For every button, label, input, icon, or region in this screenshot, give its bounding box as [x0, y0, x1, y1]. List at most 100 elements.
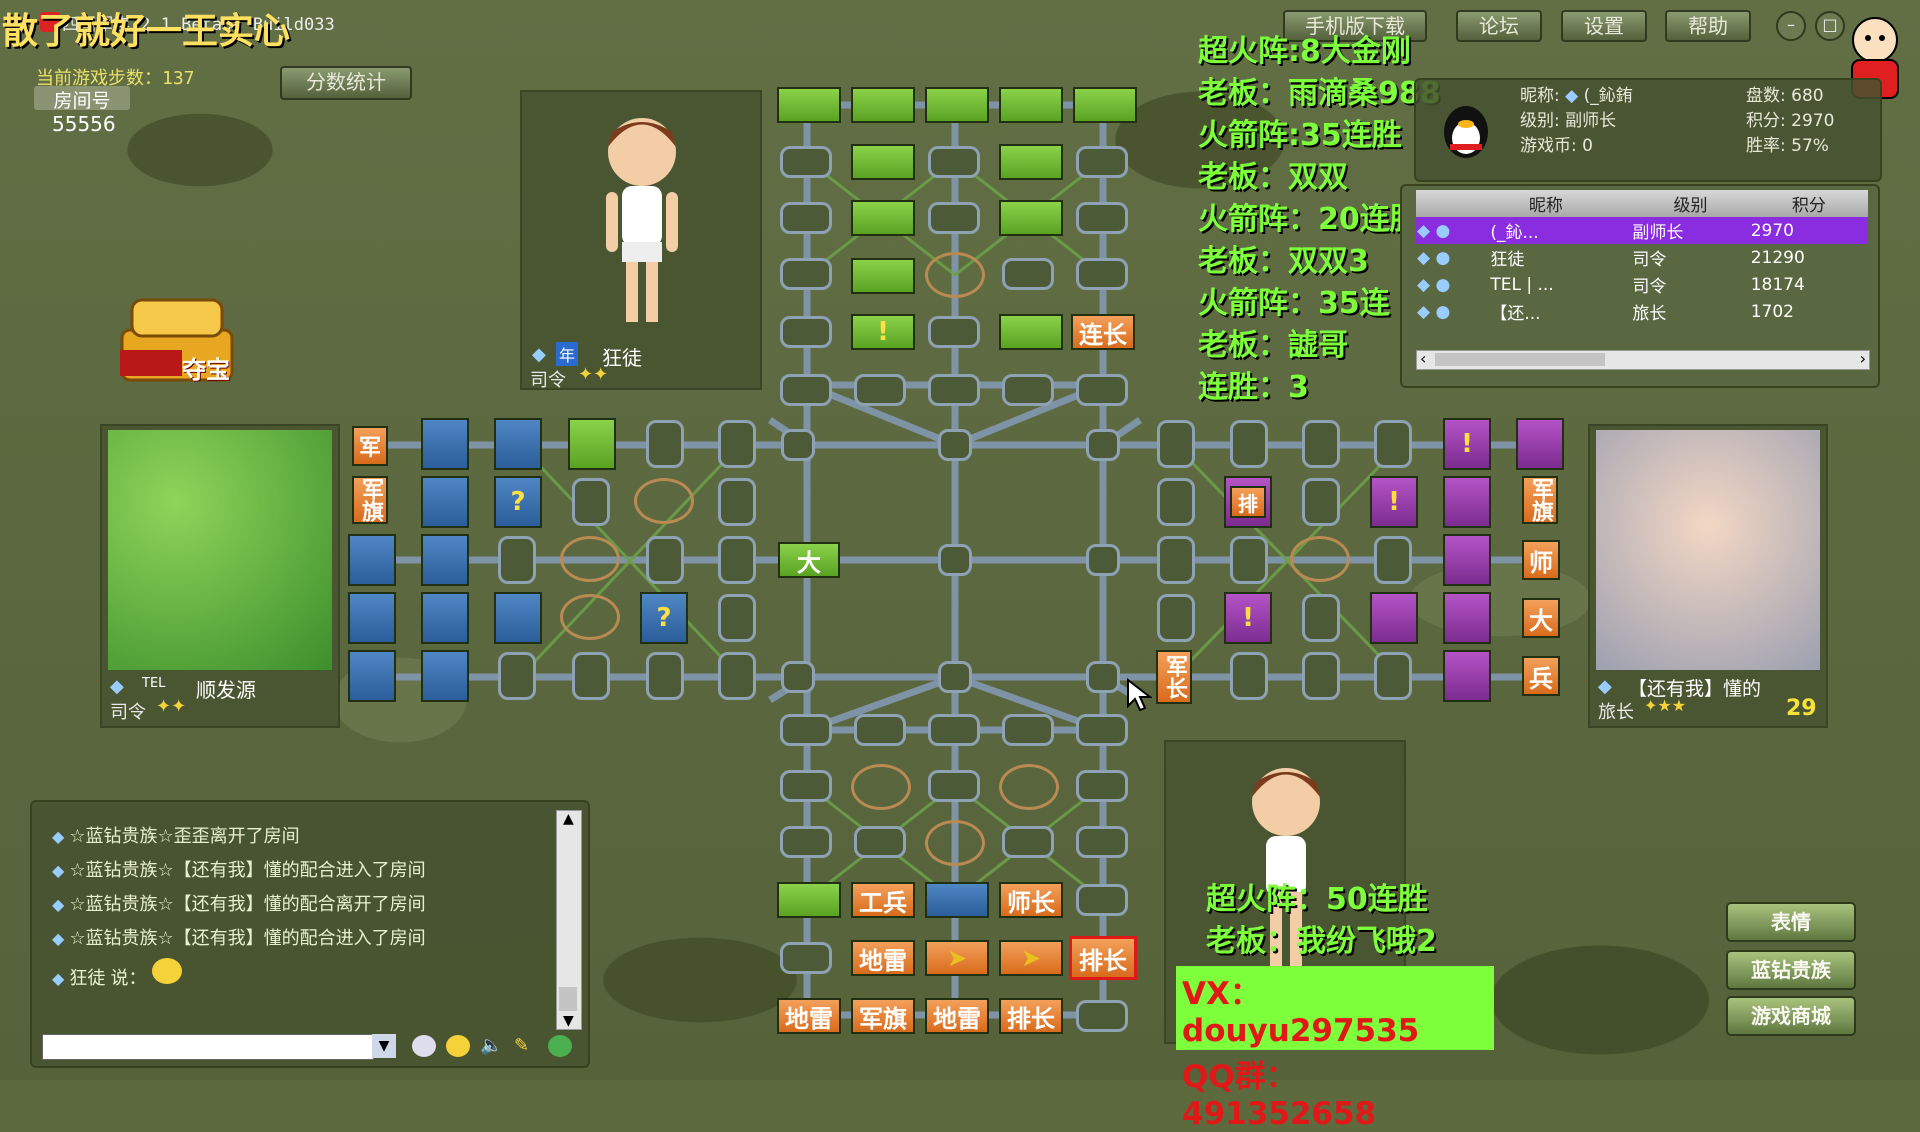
board-piece[interactable]: 大 — [778, 542, 840, 578]
board-node[interactable] — [780, 374, 832, 406]
board-node[interactable] — [572, 478, 610, 526]
board-piece[interactable] — [348, 534, 396, 586]
board-piece[interactable]: 军 — [352, 426, 388, 466]
board-node[interactable] — [646, 420, 684, 468]
board-piece[interactable] — [999, 144, 1063, 180]
board-camp[interactable] — [1290, 536, 1350, 582]
board-node[interactable] — [498, 652, 536, 700]
board-node[interactable] — [1302, 594, 1340, 642]
board-node[interactable] — [780, 258, 832, 290]
board-node[interactable] — [1230, 420, 1268, 468]
board-piece[interactable] — [999, 87, 1063, 123]
board-node[interactable] — [1157, 594, 1195, 642]
board-node[interactable] — [928, 146, 980, 178]
board-camp[interactable] — [560, 536, 620, 582]
board-camp[interactable] — [925, 252, 985, 298]
board-node[interactable] — [1002, 374, 1054, 406]
board-node[interactable] — [781, 429, 815, 461]
chat-scrollbar[interactable]: ▲ ▼ — [556, 810, 582, 1030]
board-node[interactable] — [1076, 1000, 1128, 1032]
emote-button[interactable]: 表情 — [1726, 902, 1856, 942]
board-node[interactable] — [1302, 478, 1340, 526]
board-camp[interactable] — [634, 478, 694, 524]
board-node[interactable] — [854, 374, 906, 406]
board-node[interactable] — [718, 652, 756, 700]
board-piece[interactable] — [999, 314, 1063, 350]
chat-input[interactable] — [42, 1034, 374, 1060]
board-node[interactable] — [1076, 202, 1128, 234]
arrow-right-icon[interactable]: ➤ — [999, 940, 1063, 976]
board-piece[interactable]: ! — [1224, 592, 1272, 644]
board-piece[interactable]: 兵 — [1522, 656, 1560, 696]
board-node[interactable] — [1374, 420, 1412, 468]
board-node[interactable] — [1076, 258, 1128, 290]
board-piece[interactable] — [851, 87, 915, 123]
board-node[interactable] — [718, 594, 756, 642]
board-piece[interactable] — [851, 144, 915, 180]
board-node[interactable] — [780, 146, 832, 178]
board-node[interactable] — [718, 478, 756, 526]
board-node[interactable] — [718, 536, 756, 584]
board-node[interactable] — [1157, 420, 1195, 468]
board-piece[interactable] — [925, 87, 989, 123]
board-node[interactable] — [938, 544, 972, 576]
board-node[interactable] — [498, 536, 536, 584]
settings-icon[interactable] — [548, 1035, 572, 1057]
scroll-thumb[interactable] — [559, 987, 577, 1011]
board-piece[interactable] — [1073, 87, 1137, 123]
board-piece[interactable] — [1516, 418, 1564, 470]
board-piece[interactable] — [777, 882, 841, 918]
board-piece[interactable]: 排长 — [999, 998, 1063, 1034]
board-node[interactable] — [1002, 826, 1054, 858]
board-piece[interactable]: 军长 — [1156, 650, 1192, 704]
board-node[interactable] — [572, 652, 610, 700]
board-node[interactable] — [854, 714, 906, 746]
board-node[interactable] — [928, 316, 980, 348]
board-node[interactable] — [928, 202, 980, 234]
board-node[interactable] — [780, 826, 832, 858]
board-camp[interactable] — [851, 764, 911, 810]
board-node[interactable] — [718, 420, 756, 468]
chat-user[interactable]: 狂徒 — [69, 968, 105, 989]
board-piece[interactable] — [421, 650, 469, 702]
board-node[interactable] — [1076, 884, 1128, 916]
board-node[interactable] — [1086, 429, 1120, 461]
board-node[interactable] — [1374, 652, 1412, 700]
board-node[interactable] — [646, 652, 684, 700]
board-camp[interactable] — [999, 764, 1059, 810]
board-piece[interactable] — [494, 592, 542, 644]
blue-diamond-button[interactable]: 蓝钻贵族 — [1726, 950, 1856, 990]
board-piece[interactable]: 军旗 — [352, 476, 388, 524]
board-node[interactable] — [780, 770, 832, 802]
board-node[interactable] — [1076, 714, 1128, 746]
board-node[interactable] — [1374, 536, 1412, 584]
scroll-down-icon[interactable]: ▼ — [563, 1013, 574, 1029]
emoji-icon[interactable] — [446, 1035, 470, 1057]
board-piece[interactable]: 大 — [1522, 598, 1560, 638]
board-piece[interactable]: 连长 — [1071, 314, 1135, 350]
board-piece[interactable]: 地雷 — [777, 998, 841, 1034]
board-node[interactable] — [646, 536, 684, 584]
board-node[interactable] — [1076, 374, 1128, 406]
board-node[interactable] — [1302, 420, 1340, 468]
board-piece[interactable] — [348, 592, 396, 644]
board-node[interactable] — [1086, 544, 1120, 576]
tool-icon[interactable]: ✎ — [514, 1035, 538, 1057]
board-piece-selected[interactable]: 排长 — [1069, 936, 1137, 980]
game-store-button[interactable]: 游戏商城 — [1726, 996, 1856, 1036]
board-piece[interactable] — [777, 87, 841, 123]
board-piece[interactable] — [1443, 650, 1491, 702]
board-node[interactable] — [938, 661, 972, 693]
board-piece[interactable] — [851, 200, 915, 236]
board-piece[interactable] — [851, 258, 915, 294]
board-node[interactable] — [1157, 478, 1195, 526]
board-piece[interactable] — [421, 418, 469, 470]
board-node[interactable] — [1076, 770, 1128, 802]
board-piece[interactable]: 师长 — [999, 882, 1063, 918]
board-piece[interactable] — [1443, 534, 1491, 586]
board-node[interactable] — [928, 374, 980, 406]
board-node[interactable] — [1230, 536, 1268, 584]
board-node[interactable] — [780, 316, 832, 348]
board-node[interactable] — [1230, 652, 1268, 700]
board-node[interactable] — [780, 714, 832, 746]
